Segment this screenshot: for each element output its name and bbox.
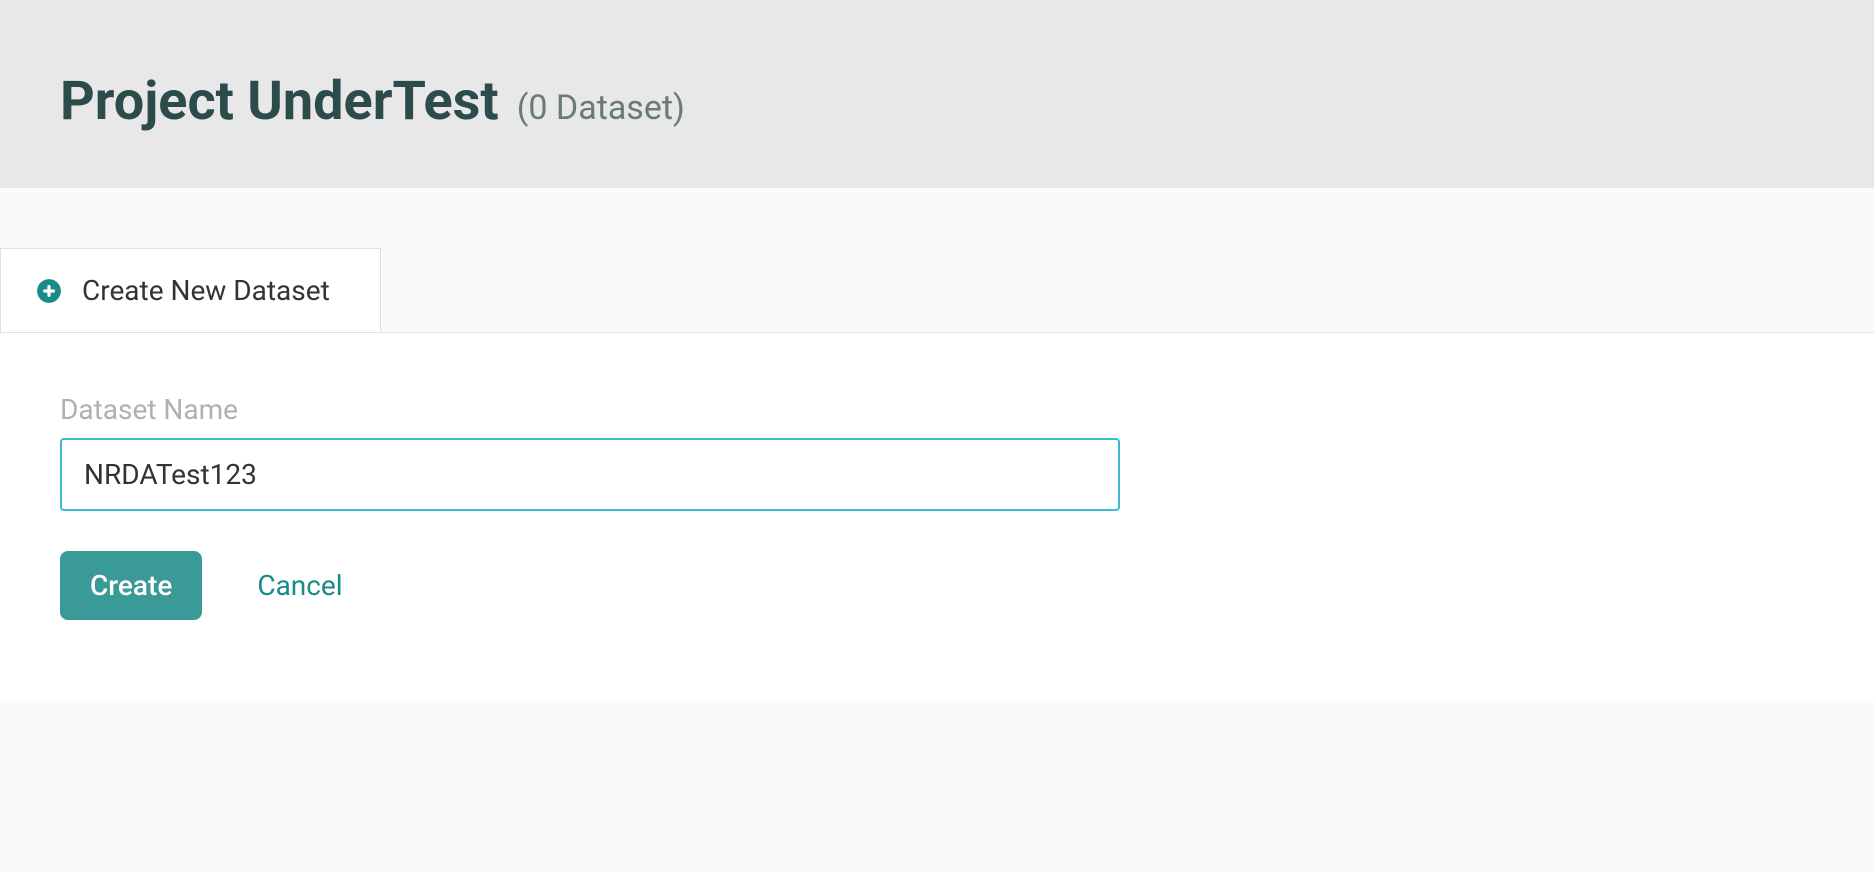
tab-label: Create New Dataset [82,274,330,307]
dataset-name-label: Dataset Name [60,393,1814,426]
tabs-container: Create New Dataset [0,248,1874,333]
dataset-name-input[interactable] [60,438,1120,511]
create-button[interactable]: Create [60,551,202,620]
project-title: Project UnderTest [60,70,499,133]
project-title-row: Project UnderTest (0 Dataset) [60,70,1814,133]
cancel-button[interactable]: Cancel [257,569,342,602]
dataset-count: (0 Dataset) [517,88,685,128]
tab-create-new-dataset[interactable]: Create New Dataset [0,248,381,332]
create-dataset-panel: Dataset Name Create Cancel [0,333,1874,700]
plus-circle-icon [36,278,62,304]
page-header: Project UnderTest (0 Dataset) [0,0,1874,188]
form-button-row: Create Cancel [60,551,1814,620]
